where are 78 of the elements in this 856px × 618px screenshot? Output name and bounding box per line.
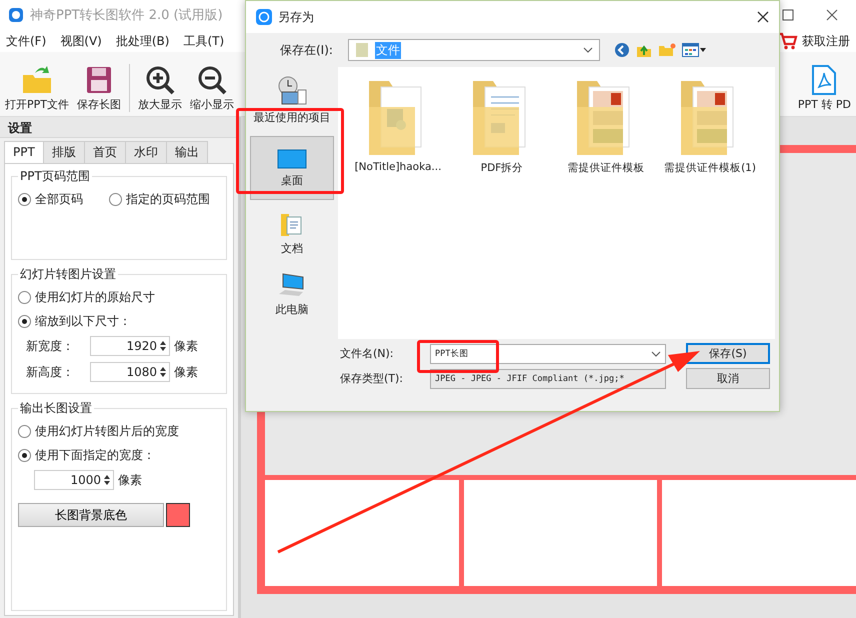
place-item[interactable]: 桌面 bbox=[250, 136, 334, 200]
window-title: 神奇PPT转长图软件 2.0 (试用版) bbox=[30, 7, 223, 24]
radio-label: 使用幻灯片的原始尺寸 bbox=[35, 288, 155, 306]
zoom-out-icon bbox=[197, 65, 227, 95]
zoom-in-icon bbox=[145, 65, 175, 95]
radio-button[interactable] bbox=[18, 424, 31, 438]
color-swatch[interactable] bbox=[166, 503, 190, 527]
field-label: 新高度： bbox=[26, 364, 75, 380]
maximize-icon[interactable] bbox=[782, 9, 794, 21]
radio-button[interactable] bbox=[18, 314, 31, 328]
unit-label: 像素 bbox=[174, 364, 198, 380]
spinner-arrows-icon[interactable] bbox=[103, 474, 111, 486]
place-item[interactable]: 最近使用的项目 bbox=[250, 71, 334, 130]
settings-tab[interactable]: 首页 bbox=[84, 141, 126, 163]
cart-icon bbox=[778, 32, 798, 50]
toolbar-button[interactable]: 放大显示 bbox=[135, 65, 185, 112]
save-button[interactable]: 保存(S) bbox=[686, 343, 770, 364]
field-label: 保存类型(T): bbox=[340, 371, 404, 386]
settings-tab[interactable]: 排版 bbox=[42, 141, 85, 163]
radio-label: 缩放到以下尺寸： bbox=[35, 312, 131, 330]
settings-tab[interactable]: PPT bbox=[4, 141, 44, 163]
settings-tab[interactable]: 输出 bbox=[166, 141, 208, 163]
clock-icon bbox=[276, 76, 308, 106]
chevron-down-icon bbox=[651, 350, 661, 356]
background-color-button[interactable]: 长图背景底色 bbox=[18, 503, 164, 527]
field-label: 保存在(I): bbox=[280, 42, 334, 58]
group-title: 输出长图设置 bbox=[19, 400, 93, 417]
toolbar-button[interactable]: 保存长图 bbox=[74, 65, 124, 112]
radio-label: 指定的页码范围 bbox=[126, 190, 210, 208]
close-icon[interactable] bbox=[826, 9, 838, 21]
field-label: 文件名(N): bbox=[340, 346, 395, 361]
place-item[interactable]: 此电脑 bbox=[250, 267, 334, 322]
radio-label: 使用幻灯片转图片后的宽度 bbox=[35, 422, 179, 440]
folder-item[interactable]: 需提供证件模板 bbox=[556, 77, 656, 175]
menu-item[interactable]: 工具(T) bbox=[183, 32, 224, 50]
dialog-logo-icon bbox=[256, 9, 272, 25]
place-item[interactable]: 文档 bbox=[250, 206, 334, 261]
radio-button[interactable] bbox=[18, 290, 31, 304]
toolbar-button[interactable]: PPT 转 PD bbox=[794, 65, 854, 112]
panel-header: 设置 bbox=[0, 117, 238, 138]
radio-label: 使用下面指定的宽度： bbox=[35, 446, 155, 464]
folder-item[interactable]: 需提供证件模板(1) bbox=[660, 77, 760, 175]
field-label: 新宽度： bbox=[26, 338, 75, 354]
folder-icon bbox=[355, 42, 369, 58]
file-type-dropdown[interactable]: JPEG - JPEG - JFIF Compliant (*.jpg;* bbox=[430, 368, 666, 388]
number-field[interactable]: 1920 bbox=[90, 336, 170, 356]
filename-field[interactable]: PPT长图 bbox=[430, 344, 666, 364]
register-link[interactable]: 获取注册 bbox=[802, 32, 850, 50]
app-logo-icon bbox=[8, 7, 24, 23]
close-icon[interactable] bbox=[757, 11, 769, 23]
pdf-file-icon bbox=[811, 65, 838, 95]
chevron-down-icon bbox=[583, 47, 593, 53]
group-title: 幻灯片转图片设置 bbox=[19, 266, 117, 283]
cancel-button[interactable]: 取消 bbox=[686, 368, 770, 389]
folder-item[interactable]: PDF拆分 bbox=[452, 77, 552, 175]
number-field[interactable]: 1000 bbox=[34, 470, 114, 490]
spinner-arrows-icon[interactable] bbox=[159, 340, 167, 352]
back-icon[interactable] bbox=[614, 42, 630, 58]
number-field[interactable]: 1080 bbox=[90, 362, 170, 382]
radio-button[interactable] bbox=[18, 192, 31, 206]
radio-button[interactable] bbox=[18, 448, 31, 462]
folder-item[interactable]: [NoTitle]haoka... bbox=[348, 77, 448, 173]
radio-label: 全部页码 bbox=[35, 190, 83, 208]
toolbar-button[interactable]: 打开PPT文件 bbox=[2, 65, 72, 112]
unit-label: 像素 bbox=[118, 472, 142, 488]
menu-item[interactable]: 视图(V) bbox=[60, 32, 102, 50]
menu-item[interactable]: 批处理(B) bbox=[116, 32, 170, 50]
unit-label: 像素 bbox=[174, 338, 198, 354]
spinner-arrows-icon[interactable] bbox=[159, 366, 167, 378]
group-title: PPT页码范围 bbox=[19, 168, 91, 185]
settings-tab[interactable]: 水印 bbox=[124, 141, 167, 163]
dialog-title: 另存为 bbox=[278, 8, 314, 26]
view-menu-icon[interactable] bbox=[682, 43, 706, 57]
radio-button[interactable] bbox=[109, 192, 122, 206]
menu-item[interactable]: 文件(F) bbox=[6, 32, 46, 50]
desktop-icon bbox=[277, 148, 307, 168]
toolbar-button[interactable]: 缩小显示 bbox=[187, 65, 237, 112]
folder-icon bbox=[21, 65, 53, 95]
